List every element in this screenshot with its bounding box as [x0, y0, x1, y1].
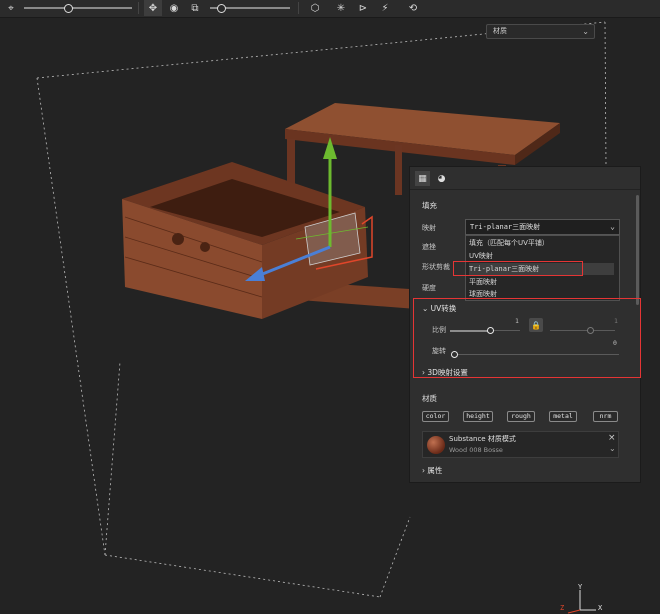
projection-option-planar[interactable]: 平面映射: [469, 276, 497, 288]
material-name: Wood 008 Bosse: [449, 446, 503, 454]
material-mode-title: Substance 材质模式: [449, 435, 516, 443]
material-thumbnail: [427, 436, 445, 454]
projection-select[interactable]: Tri-planar三面映射 ⌄: [465, 219, 620, 235]
material-section-title: 材质: [422, 394, 437, 403]
channel-nrm[interactable]: nrm: [593, 411, 618, 422]
highlight-uv-transform: [413, 298, 641, 378]
top-toolbar: ⌖ ✥ ◉ ⧉ ⬡ ✳ ⊳ ⚡ ⟲: [0, 0, 660, 18]
layer-properties-icon[interactable]: ▦: [415, 171, 430, 186]
projection-option-fill[interactable]: 填充（匹配每个UV平铺）: [469, 237, 549, 249]
shape-crop-label: 形状剪裁: [422, 263, 450, 271]
light-icon[interactable]: ✳: [332, 0, 350, 16]
brush-size-knob[interactable]: [64, 4, 73, 13]
properties-title[interactable]: › 属性: [422, 465, 442, 476]
fill-section-title: 填充: [422, 201, 437, 210]
projection-label: 映射: [422, 224, 436, 232]
panel-scrollbar[interactable]: [636, 195, 639, 305]
channel-metal[interactable]: metal: [549, 411, 577, 422]
viewport-mode-dropdown[interactable]: 材质 ⌄: [486, 24, 595, 39]
material-ball-icon[interactable]: ◕: [434, 171, 449, 186]
axis-z-label: Z: [560, 604, 565, 612]
move-icon[interactable]: ✥: [144, 0, 162, 16]
cube-icon[interactable]: ⬡: [306, 0, 324, 16]
channel-rough[interactable]: rough: [507, 411, 535, 422]
history-icon[interactable]: ⟲: [404, 0, 422, 16]
brush-size-slider[interactable]: [24, 7, 132, 9]
channel-color[interactable]: color: [422, 411, 449, 422]
chevron-down-icon: ⌄: [610, 222, 615, 231]
opacity-label: 遮挫: [422, 243, 436, 251]
hardness-label: 硬度: [422, 284, 436, 292]
close-icon[interactable]: ×: [608, 433, 616, 443]
viewport-mode-value: 材质: [493, 27, 507, 35]
properties-title-text: 属性: [427, 466, 443, 475]
scale-icon[interactable]: ⧉: [186, 0, 204, 16]
projection-select-value: Tri-planar三面映射: [470, 223, 541, 231]
target-icon[interactable]: ◉: [165, 0, 183, 16]
chevron-down-icon: ⌄: [582, 27, 589, 36]
axis-y-label: Y: [578, 583, 583, 591]
highlight-triplanar: [453, 261, 583, 276]
tab-divider: [410, 189, 640, 190]
channel-height[interactable]: height: [463, 411, 493, 422]
material-card[interactable]: Substance 材质模式 Wood 008 Bosse × ⌄: [422, 431, 619, 458]
wand-icon[interactable]: ⚡: [376, 0, 394, 16]
chevron-down-icon[interactable]: ⌄: [609, 444, 616, 453]
transform-icon[interactable]: ⌖: [2, 0, 20, 16]
symmetry-icon[interactable]: ⊳: [354, 0, 372, 16]
axis-x-label: X: [598, 604, 603, 612]
gizmo-size-knob[interactable]: [217, 4, 226, 13]
